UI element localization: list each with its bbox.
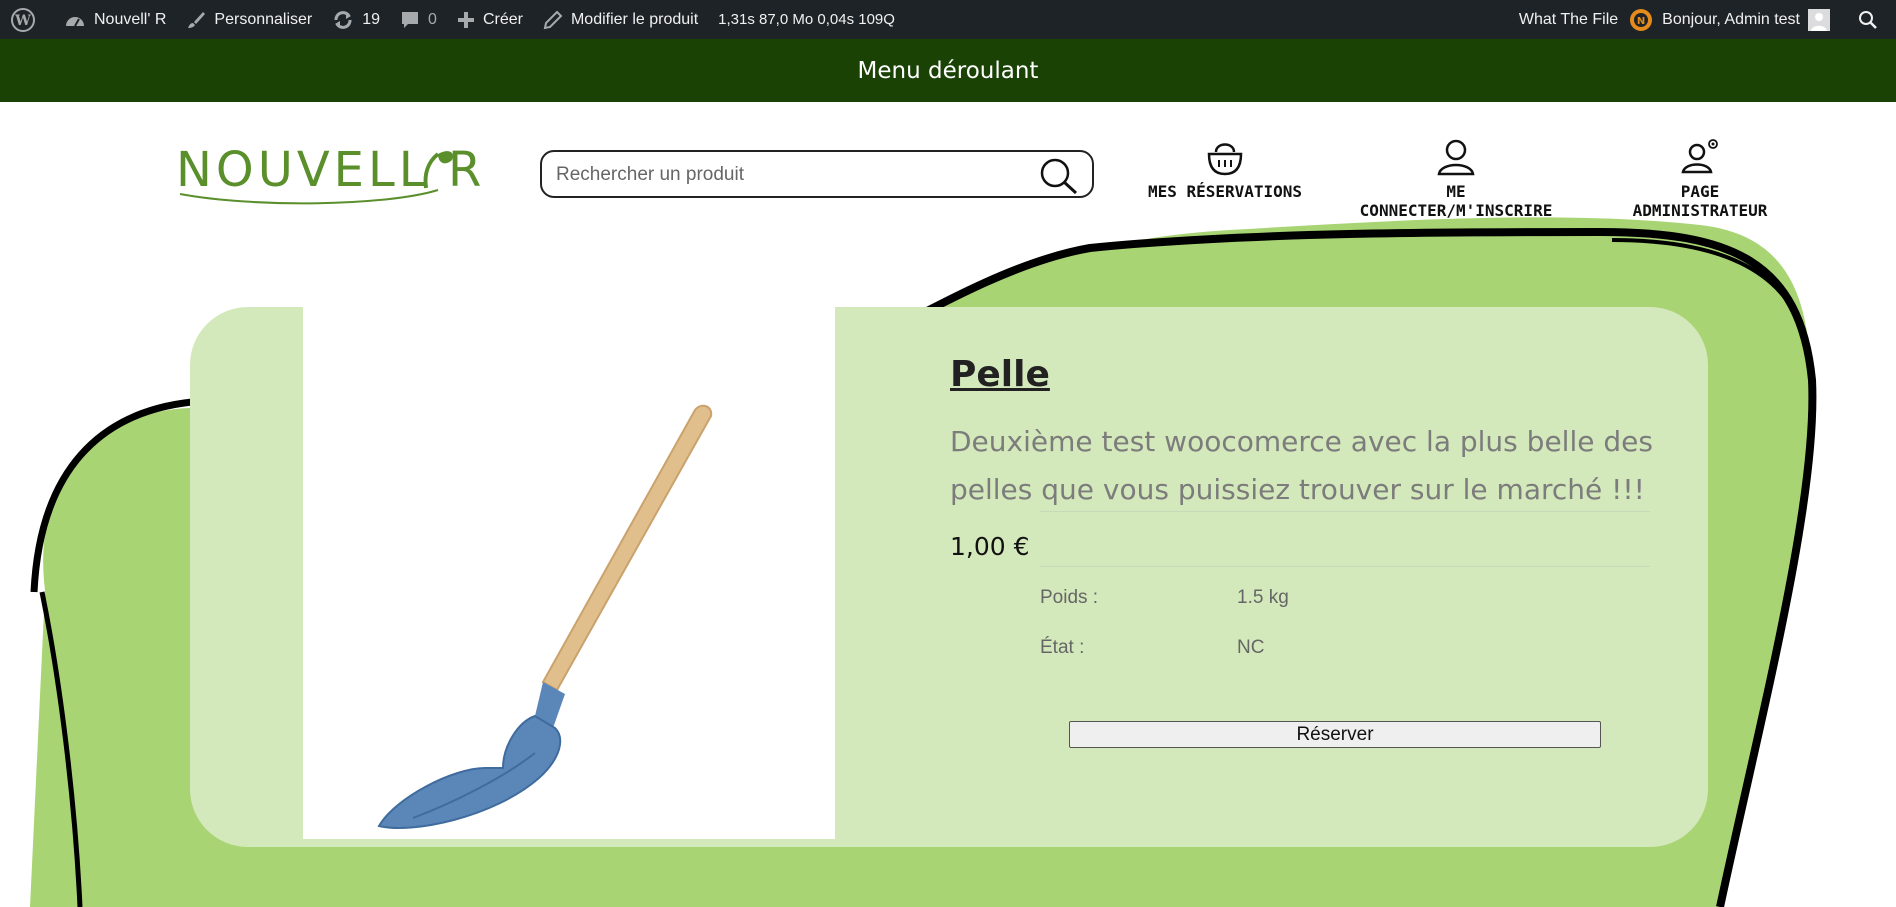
dashboard-icon [66,16,84,26]
greeting-label: Bonjour, Admin test [1662,10,1800,28]
admin-bar-search[interactable] [1848,0,1896,39]
avatar [1808,8,1830,31]
user-icon [1437,139,1475,176]
what-the-file-label: What The File [1518,10,1619,28]
customize-label: Personnaliser [214,10,313,28]
product-price: 1,00 € [950,532,1030,561]
dropdown-menu-label: Menu déroulant [857,57,1039,84]
plus-icon [457,11,474,28]
updates-icon [334,10,352,29]
pencil-icon [543,10,563,29]
edit-product-label: Modifier le produit [570,10,699,28]
dropdown-menu-banner[interactable]: Menu déroulant [0,39,1896,102]
wordpress-logo-icon[interactable]: W [0,0,54,39]
search-icon[interactable] [1036,156,1080,196]
comment-icon [402,11,419,28]
svg-text:R: R [448,142,481,198]
search-input[interactable] [554,160,1028,190]
what-the-file-item[interactable]: What The File [1509,0,1628,39]
shovel-picture [377,404,713,829]
nav-admin-page[interactable]: PAGE ADMINISTRATEUR [1612,136,1788,220]
admin-user-icon [1681,139,1718,174]
comments-count: 0 [428,10,437,28]
reserve-button[interactable]: Réserver [1069,721,1601,748]
admin-bar-account[interactable]: N Bonjour, Admin test [1628,0,1848,39]
attribute-state-label: État : [1040,637,1085,658]
product-search-box [540,150,1094,198]
brush-icon [188,11,206,28]
admin-bar-new[interactable]: Créer [447,0,533,39]
search-icon [1859,10,1877,29]
divider [1040,566,1650,567]
nav-admin-page-label: PAGE ADMINISTRATEUR [1632,182,1768,220]
attribute-state-value: NC [1237,637,1265,658]
svg-text:N: N [1637,16,1645,27]
admin-bar-updates[interactable]: 19 [322,0,390,39]
site-name-label: Nouvell' R [94,10,167,28]
admin-bar-customize[interactable]: Personnaliser [176,0,322,39]
plugin-logo-icon: N [1630,8,1653,31]
nav-login-register-label: ME CONNECTER/M'INSCRIRE [1359,182,1553,220]
attribute-weight-value: 1.5 kg [1237,587,1289,608]
admin-bar-site-name[interactable]: Nouvell' R [54,0,176,39]
wp-admin-bar: W Nouvell' R Personnaliser 19 0 Créer Mo… [0,0,1896,39]
updates-count: 19 [362,10,381,28]
product-description: Deuxième test woocomerce avec la plus be… [950,425,1653,506]
svg-text:W: W [14,13,31,29]
nav-login-register[interactable]: ME CONNECTER/M'INSCRIRE [1348,136,1564,220]
admin-bar-comments[interactable]: 0 [390,0,447,39]
nav-my-reservations-label: MES RÉSERVATIONS [1147,182,1303,201]
basket-icon [1207,143,1243,176]
divider [1040,511,1650,512]
attribute-weight-label: Poids : [1040,587,1099,608]
query-monitor-stats[interactable]: 1,31s 87,0 Mo 0,04s 109Q [708,11,905,28]
product-image [303,298,835,839]
product-title: Pelle [950,354,1050,395]
nouvellr-logo[interactable]: NOUVELL R [176,140,486,206]
svg-text:NOUVELL: NOUVELL [176,142,429,198]
new-label: Créer [482,10,523,28]
admin-bar-edit-product[interactable]: Modifier le produit [533,0,708,39]
nav-my-reservations[interactable]: MES RÉSERVATIONS [1146,136,1304,201]
